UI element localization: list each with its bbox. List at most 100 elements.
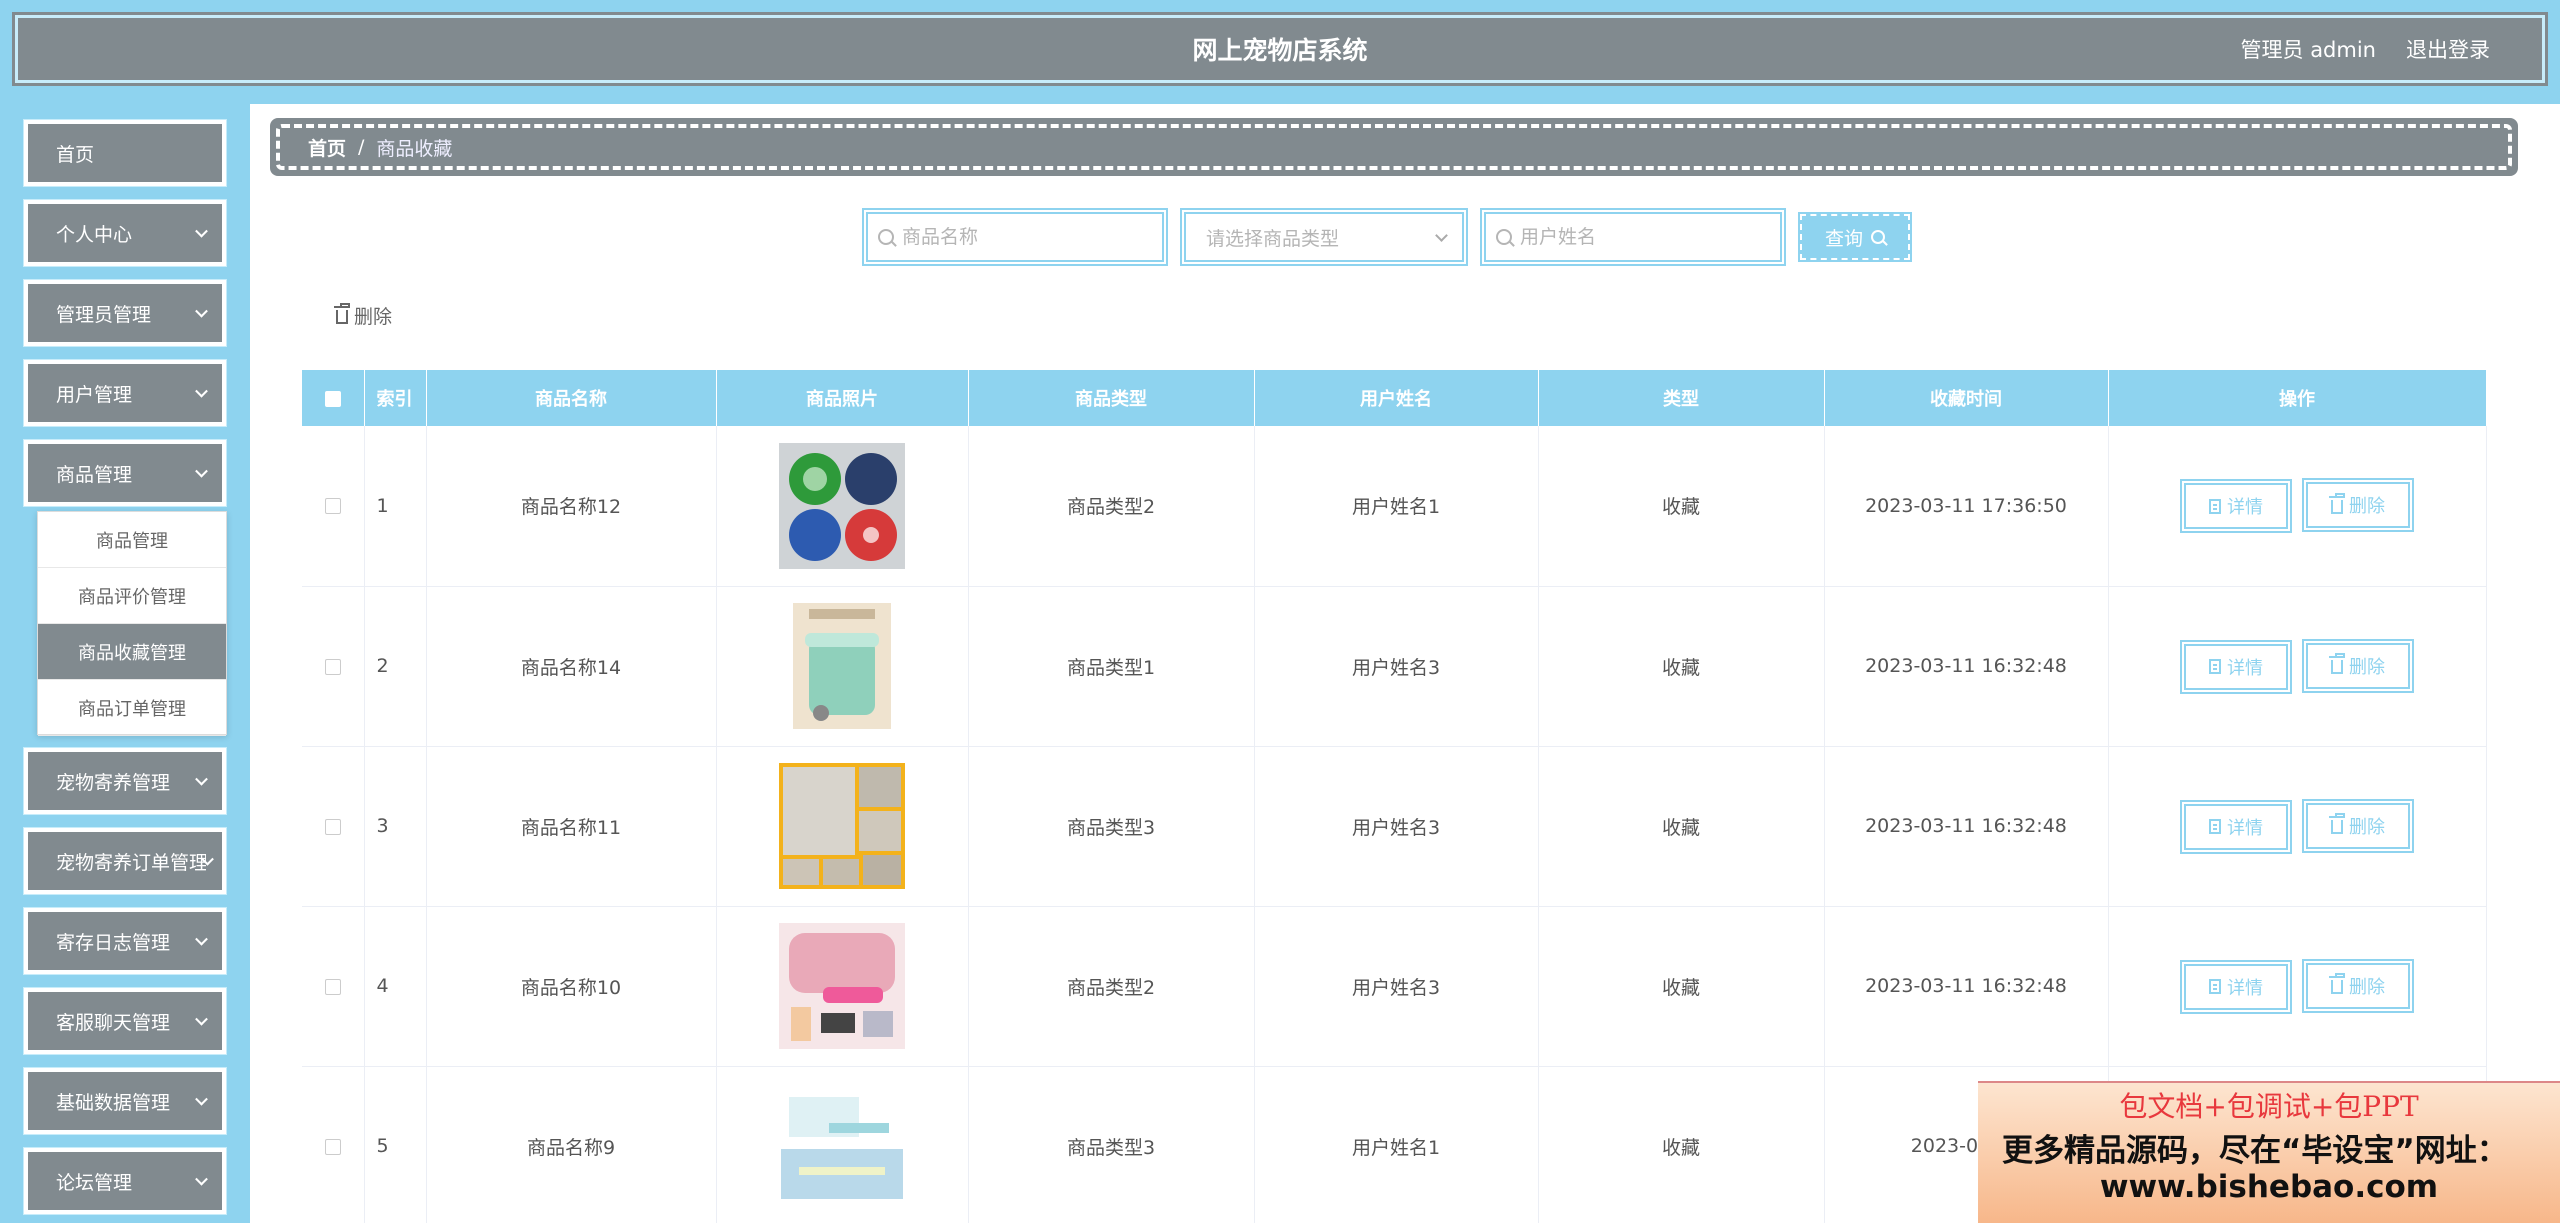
- column-header: 收藏时间: [1824, 370, 2109, 426]
- sidebar-item-base-data[interactable]: 基础数据管理: [24, 1068, 226, 1134]
- column-header: 操作: [2108, 370, 2487, 426]
- bulk-delete-label: 删除: [354, 306, 393, 328]
- detail-label: 详情: [2226, 977, 2263, 999]
- kind-cell: 收藏: [1538, 586, 1825, 747]
- submenu-item-goods-review[interactable]: 商品评价管理: [38, 568, 226, 624]
- row-checkbox-cell: [302, 906, 365, 1067]
- actions-cell: 详情 删除: [2108, 426, 2487, 587]
- user-name-search[interactable]: [1480, 208, 1786, 266]
- detail-button[interactable]: 详情: [2179, 799, 2292, 854]
- sidebar-item-support-chat[interactable]: 客服聊天管理: [24, 988, 226, 1054]
- detail-button[interactable]: 详情: [2179, 639, 2292, 694]
- column-header: 用户姓名: [1254, 370, 1539, 426]
- bulk-delete-button[interactable]: 删除: [334, 302, 393, 329]
- document-icon: [2208, 819, 2221, 834]
- logout-link[interactable]: 退出登录: [2406, 34, 2490, 64]
- detail-button[interactable]: 详情: [2179, 959, 2292, 1014]
- breadcrumb-separator: /: [358, 136, 365, 158]
- actions-cell: 详情 删除: [2108, 746, 2487, 907]
- breadcrumb-home-link[interactable]: 首页: [308, 134, 346, 161]
- chevron-down-icon: [195, 1172, 208, 1186]
- goods-type-cell: 商品类型1: [968, 586, 1255, 747]
- goods-type-select[interactable]: 请选择商品类型: [1180, 208, 1468, 266]
- sidebar-item-goods[interactable]: 商品管理: [24, 440, 226, 506]
- submenu-item-goods-favorite[interactable]: 商品收藏管理: [38, 624, 226, 680]
- row-checkbox[interactable]: [324, 1138, 341, 1155]
- sidebar-item-users[interactable]: 用户管理: [24, 360, 226, 426]
- sidebar-item-pet-boarding-order[interactable]: 宠物寄养订单管理: [24, 828, 226, 894]
- row-checkbox[interactable]: [324, 658, 341, 675]
- header-user-area: 管理员 admin 退出登录: [2241, 12, 2490, 86]
- submenu-item-goods[interactable]: 商品管理: [38, 512, 226, 568]
- column-header: 类型: [1538, 370, 1825, 426]
- user-name-cell: 用户姓名1: [1254, 426, 1539, 587]
- sidebar-item-label: 用户管理: [56, 383, 133, 406]
- select-all-checkbox[interactable]: [324, 390, 341, 407]
- favorite-time-cell: 2023-03-11 16:32:48: [1824, 746, 2109, 907]
- detail-label: 详情: [2226, 657, 2263, 679]
- sidebar-item-label: 商品管理: [56, 463, 133, 486]
- sidebar-item-home[interactable]: 首页: [24, 120, 226, 186]
- query-button[interactable]: 查询: [1798, 212, 1912, 262]
- chevron-down-icon: [195, 1012, 208, 1026]
- column-header: 索引: [364, 370, 427, 426]
- goods-type-cell: 商品类型3: [968, 1066, 1255, 1223]
- delete-button[interactable]: 删除: [2302, 958, 2415, 1013]
- chevron-down-icon: [195, 224, 208, 238]
- row-checkbox[interactable]: [324, 978, 341, 995]
- goods-photo: [779, 603, 905, 729]
- sidebar-item-storage-log[interactable]: 寄存日志管理: [24, 908, 226, 974]
- select-all-cell: [302, 370, 365, 426]
- sidebar: 首页 个人中心 管理员管理 用户管理 商品管理 商品管理 商品评价管理 商品收藏…: [0, 98, 248, 1223]
- breadcrumb-current: 商品收藏: [376, 137, 453, 160]
- goods-photo-cell: [716, 1066, 969, 1223]
- delete-button[interactable]: 删除: [2302, 798, 2415, 853]
- delete-button[interactable]: 删除: [2302, 478, 2415, 533]
- goods-name-search[interactable]: [862, 208, 1168, 266]
- row-checkbox[interactable]: [324, 818, 341, 835]
- delete-button[interactable]: 删除: [2302, 638, 2415, 693]
- kind-cell: 收藏: [1538, 906, 1825, 1067]
- index-cell: 4: [364, 906, 427, 1067]
- goods-photo: [779, 1083, 905, 1209]
- ad-banner[interactable]: 包文档+包调试+包PPT 更多精品源码，尽在“毕设宝”网址： www.bishe…: [1978, 1081, 2560, 1223]
- goods-name-cell: 商品名称11: [426, 746, 717, 907]
- user-name-cell: 用户姓名1: [1254, 1066, 1539, 1223]
- trash-icon: [2329, 653, 2346, 674]
- main-content: 首页 / 商品收藏 请选择商品类型 查询 删除 索引 商品名称 商品照: [250, 104, 2560, 1223]
- sidebar-item-admin[interactable]: 管理员管理: [24, 280, 226, 346]
- delete-label: 删除: [2349, 496, 2386, 518]
- delete-label: 删除: [2349, 656, 2386, 678]
- favorite-time-cell: 2023-03-11 16:32:48: [1824, 586, 2109, 747]
- search-icon: [878, 229, 894, 245]
- user-name-input[interactable]: [1512, 226, 1780, 248]
- row-checkbox[interactable]: [324, 498, 341, 515]
- header-bar: 网上宠物店系统 管理员 admin 退出登录: [8, 8, 2552, 90]
- sidebar-item-pet-boarding[interactable]: 宠物寄养管理: [24, 748, 226, 814]
- column-header: 商品照片: [716, 370, 969, 426]
- sidebar-item-forum[interactable]: 论坛管理: [24, 1148, 226, 1214]
- submenu-item-goods-order[interactable]: 商品订单管理: [38, 680, 226, 736]
- goods-name-input[interactable]: [894, 226, 1162, 248]
- goods-photo-cell: [716, 586, 969, 747]
- detail-button[interactable]: 详情: [2179, 479, 2292, 534]
- user-name-cell: 用户姓名3: [1254, 746, 1539, 907]
- sidebar-item-profile[interactable]: 个人中心: [24, 200, 226, 266]
- goods-type-cell: 商品类型2: [968, 906, 1255, 1067]
- chevron-down-icon: [195, 304, 208, 318]
- table-header-row: 索引 商品名称 商品照片 商品类型 用户姓名 类型 收藏时间 操作: [302, 370, 2487, 426]
- table-row: 2 商品名称14 商品类型1 用户姓名3 收藏 2023-03-11 16:32…: [302, 586, 2487, 747]
- goods-name-cell: 商品名称14: [426, 586, 717, 747]
- goods-name-cell: 商品名称12: [426, 426, 717, 587]
- trash-icon: [2329, 492, 2346, 514]
- delete-label: 删除: [2349, 816, 2386, 838]
- detail-label: 详情: [2226, 817, 2263, 839]
- kind-cell: 收藏: [1538, 426, 1825, 587]
- goods-type-placeholder: 请选择商品类型: [1206, 227, 1340, 250]
- sidebar-item-label: 宠物寄养管理: [56, 771, 171, 794]
- goods-type-cell: 商品类型3: [968, 746, 1255, 907]
- user-name-cell: 用户姓名3: [1254, 906, 1539, 1067]
- goods-photo-cell: [716, 746, 969, 907]
- row-checkbox-cell: [302, 426, 365, 587]
- goods-photo: [779, 923, 905, 1049]
